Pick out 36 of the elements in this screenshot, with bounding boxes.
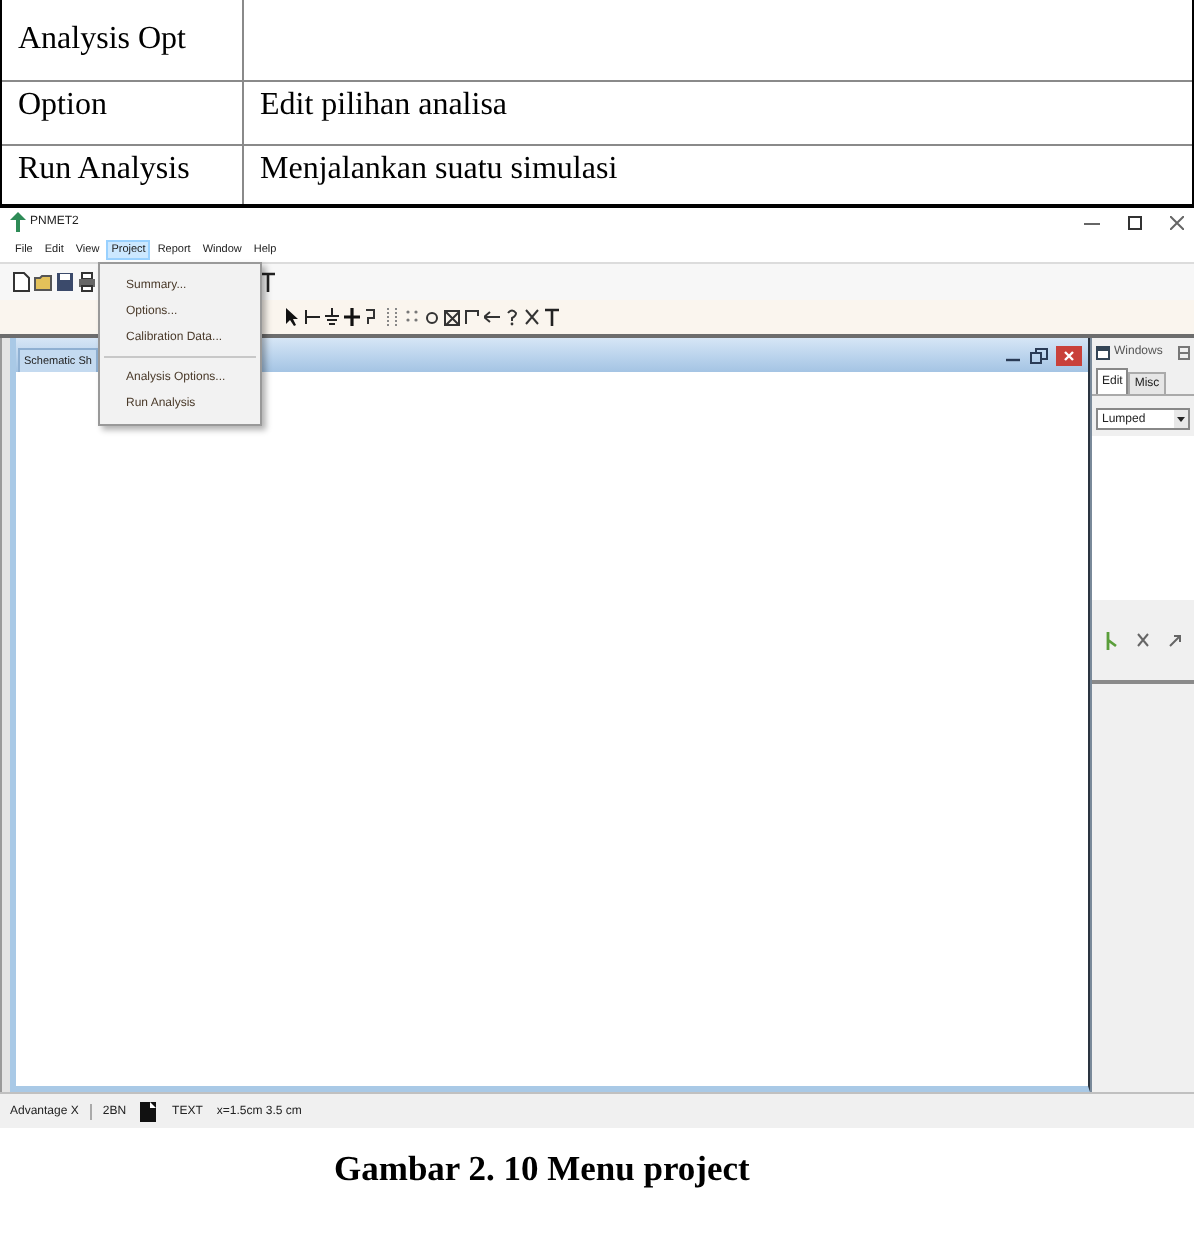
figure-caption: Gambar 2. 10 Menu project bbox=[332, 1148, 752, 1188]
document-icon bbox=[140, 1101, 157, 1121]
dot-grid-icon[interactable] bbox=[404, 308, 420, 326]
x-mark-icon[interactable] bbox=[1135, 632, 1150, 648]
window-icon bbox=[1096, 345, 1110, 359]
table-cell-text: Edit pilihan analisa bbox=[258, 86, 510, 126]
split-box-icon[interactable] bbox=[1178, 345, 1190, 359]
corner-icon[interactable] bbox=[464, 308, 480, 326]
hook-icon[interactable] bbox=[364, 308, 380, 326]
dotted-line-icon[interactable] bbox=[384, 308, 400, 326]
arrow-left-icon[interactable] bbox=[484, 308, 500, 326]
table-cell-text: Menjalankan suatu simulasi bbox=[258, 150, 620, 190]
restore-icon[interactable] bbox=[1030, 348, 1048, 364]
cross-icon[interactable] bbox=[344, 308, 360, 326]
save-icon[interactable] bbox=[56, 272, 74, 292]
x-mark-icon[interactable] bbox=[524, 308, 540, 326]
wire-icon[interactable] bbox=[304, 308, 320, 326]
maximize-icon[interactable] bbox=[1128, 215, 1142, 229]
boxed-x-icon[interactable] bbox=[444, 308, 460, 326]
text-icon[interactable] bbox=[544, 308, 560, 326]
new-file-icon[interactable] bbox=[12, 272, 30, 292]
circle-icon[interactable] bbox=[424, 308, 440, 326]
app-logo-icon bbox=[10, 212, 26, 232]
table-cell: Run Analysis bbox=[2, 146, 244, 204]
ground-icon[interactable] bbox=[324, 308, 340, 326]
question-icon[interactable] bbox=[504, 308, 520, 326]
close-icon[interactable] bbox=[1170, 215, 1184, 229]
table-cell: Option bbox=[2, 82, 244, 144]
open-folder-icon[interactable] bbox=[34, 272, 52, 292]
text-icon[interactable] bbox=[260, 272, 276, 292]
arrow-icon[interactable] bbox=[1167, 632, 1182, 648]
print-icon[interactable] bbox=[78, 272, 96, 292]
table-cell: Analysis Opt bbox=[2, 0, 244, 80]
close-icon[interactable] bbox=[1056, 346, 1082, 366]
pointer-icon[interactable] bbox=[284, 308, 300, 326]
branch-icon[interactable] bbox=[1104, 631, 1119, 649]
